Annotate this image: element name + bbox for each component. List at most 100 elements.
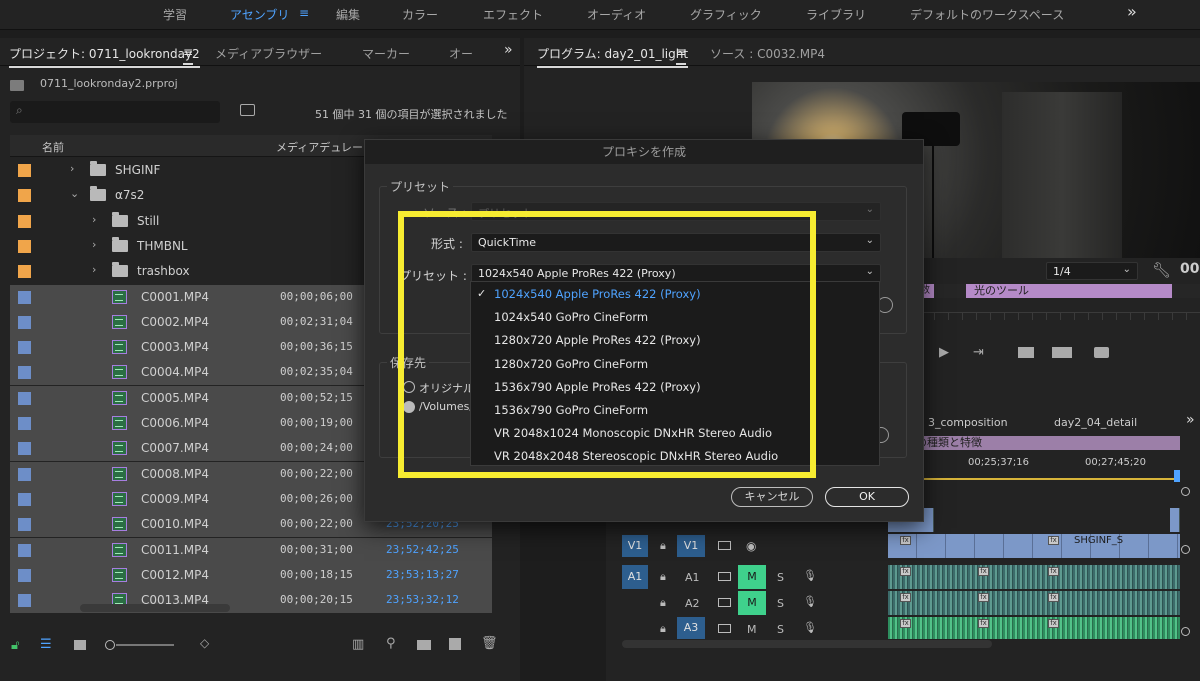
chevron-right-icon[interactable]: › [92,263,96,276]
audio-clip-a2[interactable]: fx fx fx [888,591,1180,615]
program-tab-menu-icon[interactable]: ≡ [676,45,687,65]
sync-lock-icon[interactable] [718,624,731,633]
workspace-default[interactable]: デフォルトのワークスペース [910,6,1064,23]
icon-view-icon[interactable] [74,640,86,650]
workspace-menu-icon[interactable]: ≡ [299,6,309,20]
new-item-icon[interactable] [449,638,461,650]
label-color-swatch[interactable] [18,315,31,329]
audio-clip-a3[interactable]: fx fx fx [888,617,1180,639]
workspace-learn[interactable]: 学習 [163,6,187,23]
play-icon[interactable]: ▶︎ [939,345,949,360]
label-color-swatch[interactable] [18,189,31,203]
label-color-swatch[interactable] [18,239,31,253]
video-clip[interactable] [1170,508,1180,532]
camera-icon[interactable] [1094,347,1109,358]
chevron-right-icon[interactable]: › [92,213,96,226]
track-name-a3[interactable]: A3 [677,617,705,639]
tab-source[interactable]: ソース : C0032.MP4 [710,45,825,62]
tab-audio-clip-mixer[interactable]: オー [449,45,473,62]
track-lock-icon[interactable]: 🔒︎ [660,622,666,636]
workspace-audio[interactable]: オーディオ [587,6,646,23]
scroll-handle-icon[interactable] [1181,487,1190,496]
timeline-horizontal-scrollbar[interactable] [622,640,992,648]
mute-button-a1[interactable]: M [738,565,766,589]
label-color-swatch[interactable] [18,543,31,557]
chevron-down-icon[interactable]: ⌄ [70,187,79,200]
playhead[interactable] [1174,470,1180,482]
step-forward-icon[interactable]: ⇥ [973,345,984,360]
tab-markers[interactable]: マーカー [362,45,410,62]
source-track-v1[interactable]: V1 [622,535,648,557]
automate-to-sequence-icon[interactable]: ▥ [352,637,364,652]
tab-media-browser[interactable]: メディアブラウザー [215,45,322,62]
list-view-icon[interactable]: ☰ [40,637,52,652]
label-color-swatch[interactable] [18,467,31,481]
project-search-input[interactable]: ⌕ [10,101,220,123]
project-tab-menu-icon[interactable]: ≡ [183,45,194,65]
lock-icon[interactable]: 🔓︎ [11,638,19,653]
label-color-swatch[interactable] [18,341,31,355]
track-lock-icon[interactable]: 🔒︎ [660,570,666,584]
marker-chip[interactable]: 光のツール [966,284,1172,298]
work-area-bar[interactable] [914,478,1178,480]
column-media-duration[interactable]: メディアデュレー [276,139,363,155]
label-color-swatch[interactable] [18,391,31,405]
tab-program[interactable]: プログラム: day2_01_light [537,45,689,68]
label-color-swatch[interactable] [18,568,31,582]
workspace-effects[interactable]: エフェクト [483,6,543,23]
microphone-icon[interactable]: 🎙︎ [803,595,817,608]
cancel-button[interactable]: キャンセル [731,487,813,507]
mute-button-a2[interactable]: M [738,591,766,615]
workspace-libraries[interactable]: ライブラリ [806,6,866,23]
chevron-right-icon[interactable]: › [92,238,96,251]
project-horizontal-scrollbar[interactable] [80,604,230,612]
workspace-assembly[interactable]: アセンブリ [230,6,289,23]
project-overflow-icon[interactable]: » [504,42,513,58]
wrench-icon[interactable]: 🔧︎ [1152,261,1171,279]
microphone-icon[interactable]: 🎙︎ [803,569,817,582]
zoom-slider-handle[interactable] [105,640,115,650]
scroll-handle-icon[interactable] [1181,627,1190,636]
lift-icon[interactable] [1018,347,1034,358]
label-color-swatch[interactable] [18,164,31,177]
source-track-a1[interactable]: A1 [622,565,648,589]
column-name[interactable]: 名前 [42,139,64,155]
trash-icon[interactable]: 🗑︎ [481,636,498,651]
label-color-swatch[interactable] [18,290,31,304]
label-color-swatch[interactable] [18,594,31,608]
workspace-color[interactable]: カラー [402,6,438,23]
project-clip-row[interactable]: C0012.MP4 00;00;18;15 23;53;13;27 [10,562,492,588]
label-color-swatch[interactable] [18,214,31,228]
workspace-overflow-icon[interactable]: » [1127,2,1137,21]
solo-button-a2[interactable]: S [777,597,784,610]
video-track-clips[interactable]: fx fx SHGINF_S [888,534,1180,558]
track-target-v1[interactable]: V1 [677,535,705,557]
new-bin-icon[interactable] [417,640,431,650]
extract-icon[interactable] [1052,347,1072,358]
mute-button-a3[interactable]: M [747,623,757,636]
project-clip-row[interactable]: C0011.MP4 00;00;31;00 23;52;42;25 [10,537,492,563]
timeline-marker[interactable]: の種類と特徴 [914,436,1180,450]
label-color-swatch[interactable] [18,265,31,279]
track-lock-icon[interactable]: 🔒︎ [660,596,666,610]
workspace-edit[interactable]: 編集 [336,6,360,23]
workspace-graphics[interactable]: グラフィック [690,6,762,23]
label-color-swatch[interactable] [18,417,31,430]
ok-button[interactable]: OK [825,487,909,507]
chevron-right-icon[interactable]: › [70,162,74,175]
tab-project[interactable]: プロジェクト: 0711_lookronday2 [9,45,200,68]
find-icon-bottom[interactable]: ⚲ [386,636,396,651]
zoom-slider[interactable] [105,640,175,650]
audio-clip-a1[interactable]: fx fx fx [888,565,1180,589]
track-lock-icon[interactable]: 🔒︎ [660,539,666,553]
label-color-swatch[interactable] [18,518,31,532]
tab-sequence-detail[interactable]: day2_04_detail [1054,416,1137,429]
label-color-swatch[interactable] [18,442,31,456]
microphone-icon[interactable]: 🎙︎ [803,621,817,634]
eye-icon[interactable]: ◉ [746,539,756,553]
sort-icon[interactable]: ◇ [200,636,209,650]
find-icon[interactable] [240,104,255,116]
solo-button-a3[interactable]: S [777,623,784,636]
sync-lock-icon[interactable] [718,572,731,581]
solo-button-a1[interactable]: S [777,571,784,584]
